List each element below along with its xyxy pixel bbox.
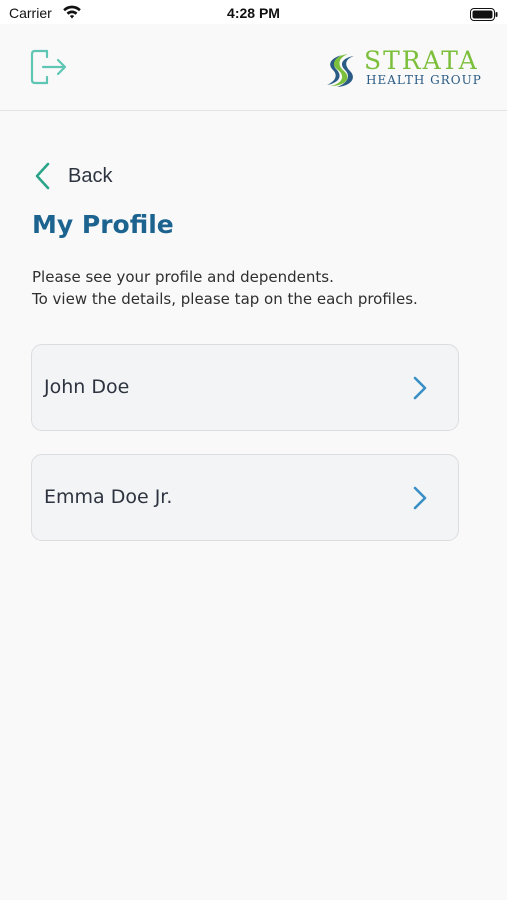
intro-line-2: To view the details, please tap on the e… [32,290,418,308]
logout-button[interactable] [29,47,69,87]
back-label: Back [68,164,113,187]
profile-card-emma-doe-jr[interactable]: Emma Doe Jr. [31,454,459,541]
chevron-right-icon [413,376,427,400]
logout-icon [30,49,67,85]
intro-line-1: Please see your profile and dependents. [32,268,334,286]
clock-time: 4:28 PM [227,5,280,21]
profile-name: Emma Doe Jr. [44,486,173,508]
profile-name: John Doe [44,376,130,398]
profile-card-john-doe[interactable]: John Doe [31,344,459,431]
strata-health-group-logo: STRATA HEALTH GROUP [324,46,482,90]
battery-icon [470,6,498,25]
app-header: STRATA HEALTH GROUP [0,24,507,111]
logo-emblem-icon [327,54,354,87]
status-bar: Carrier 4:28 PM [0,0,507,24]
intro-text: Please see your profile and dependents. … [32,266,418,310]
chevron-left-icon [35,162,50,190]
logo-title: STRATA [364,46,479,75]
page-title: My Profile [32,210,174,239]
logo-subtitle: HEALTH GROUP [366,73,482,87]
back-button[interactable]: Back [34,160,112,192]
chevron-right-icon [413,486,427,510]
